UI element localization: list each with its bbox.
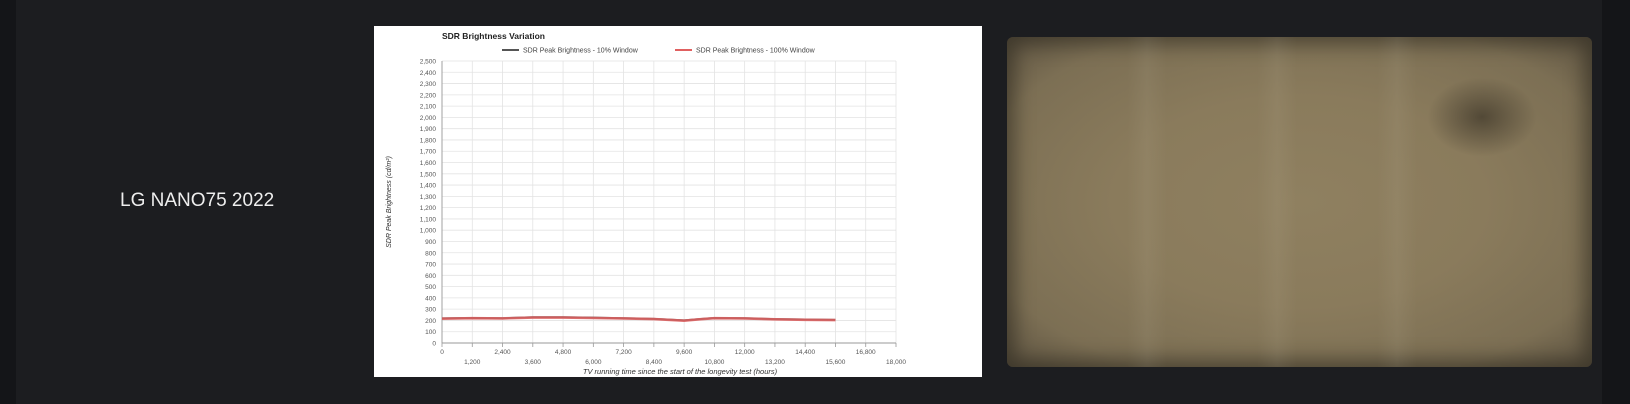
brightness-chart: 0 100 200 300 400 500 600 700 800 900 1,000 1,100 1,… (386, 31, 906, 376)
page-right-edge (1602, 0, 1630, 404)
chart-axes (441, 61, 897, 347)
y-tick-label: 1,100 (420, 216, 437, 223)
x-tick-label: 3,600 (525, 359, 542, 366)
y-tick-label: 200 (425, 318, 436, 325)
chart-grid (441, 60, 897, 344)
x-tick-label: 16,800 (856, 349, 876, 356)
y-tick-label: 300 (425, 307, 436, 314)
photo-band (1257, 37, 1297, 367)
x-tick-label: 8,400 (646, 359, 663, 366)
x-tick-label: 9,600 (676, 349, 693, 356)
y-tick-label: 0 (432, 341, 436, 348)
y-tick-label: 800 (425, 250, 436, 257)
y-tick-label: 100 (425, 329, 436, 336)
x-tick-label: 4,800 (555, 349, 572, 356)
y-tick-label: 600 (425, 273, 436, 280)
y-tick-label: 700 (425, 262, 436, 269)
x-tick-label: 18,000 (886, 359, 906, 366)
y-tick-label: 1,700 (420, 149, 437, 156)
y-tick-label: 2,000 (420, 115, 437, 122)
chart-title: SDR Brightness Variation (442, 31, 545, 41)
y-tick-label: 1,600 (420, 160, 437, 167)
y-tick-label: 1,300 (420, 194, 437, 201)
photo-band (1377, 37, 1417, 367)
y-tick-label: 1,900 (420, 126, 437, 133)
y-tick-label: 400 (425, 295, 436, 302)
product-name: LG NANO75 2022 (120, 190, 275, 211)
y-tick-label: 1,200 (420, 205, 437, 212)
y-tick-label: 1,400 (420, 183, 437, 190)
y-tick-label: 2,500 (420, 59, 437, 66)
page-left-edge (0, 0, 16, 404)
x-tick-label: 2,400 (494, 349, 511, 356)
x-tick-label: 7,200 (615, 349, 632, 356)
y-tick-label: 900 (425, 239, 436, 246)
legend-label: SDR Peak Brightness - 100% Window (696, 48, 816, 55)
x-tick-label: 12,000 (735, 349, 755, 356)
y-tick-label: 2,100 (420, 104, 437, 111)
screen-uniformity-photo (1007, 37, 1592, 367)
x-tick-label: 0 (440, 349, 444, 356)
y-tick-label: 2,300 (420, 81, 437, 88)
chart-ylabel: SDR Peak Brightness (cd/m²) (386, 156, 393, 248)
x-tick-label: 14,400 (795, 349, 815, 356)
chart-xlabel: TV running time since the start of the l… (583, 367, 778, 376)
y-tick-label: 2,200 (420, 92, 437, 99)
x-tick-label: 6,000 (585, 359, 602, 366)
y-tick-label: 1,800 (420, 137, 437, 144)
y-tick-label: 2,400 (420, 70, 437, 77)
x-tick-label: 10,800 (704, 359, 724, 366)
y-tick-label: 500 (425, 284, 436, 291)
x-tick-label: 15,600 (826, 359, 846, 366)
y-tick-label: 1,000 (420, 228, 437, 235)
x-tick-label: 1,200 (464, 359, 481, 366)
chart-legend: SDR Peak Brightness - 10% Window SDR Peak… (502, 48, 816, 55)
photo-dark-spot (1427, 77, 1537, 157)
x-tick-label: 13,200 (765, 359, 785, 366)
photo-band (1127, 37, 1167, 367)
brightness-chart-card: 0 100 200 300 400 500 600 700 800 900 1,000 1,100 1,… (374, 26, 982, 377)
y-tick-label: 1,500 (420, 171, 437, 178)
legend-label: SDR Peak Brightness - 10% Window (523, 48, 639, 55)
